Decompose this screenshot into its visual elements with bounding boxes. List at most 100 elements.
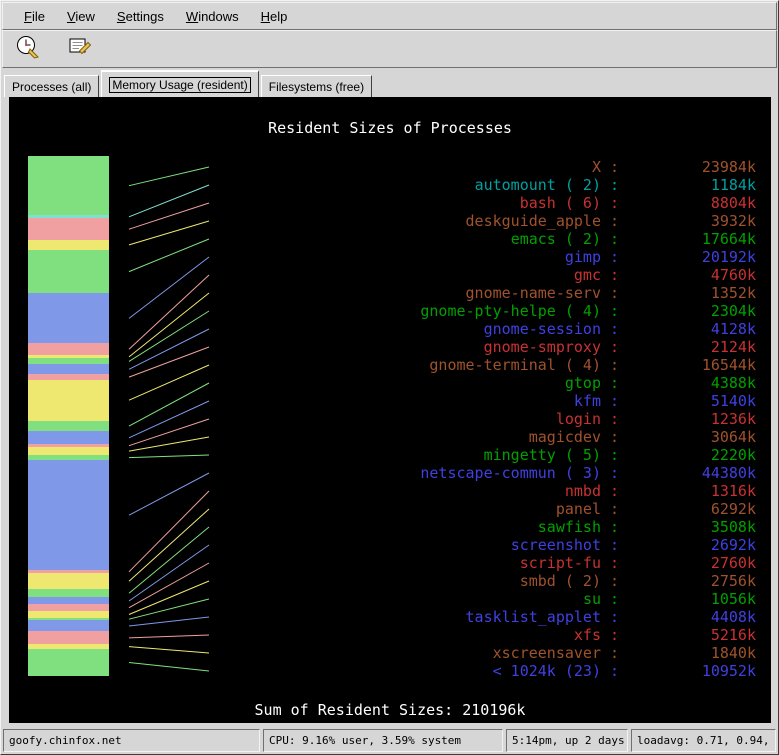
colon-separator: : xyxy=(601,266,628,284)
process-size: 3932k xyxy=(628,212,756,230)
loadavg-panel: loadavg: 0.71, 0.94, 0.9 xyxy=(631,729,776,752)
process-row: xfs:5216k xyxy=(411,626,756,644)
menu-settings[interactable]: Settings xyxy=(108,6,173,27)
connector-line xyxy=(129,347,209,377)
bar-segment xyxy=(28,156,109,215)
colon-separator: : xyxy=(601,374,628,392)
menu-help[interactable]: Help xyxy=(252,6,297,27)
menu-file[interactable]: File xyxy=(15,6,54,27)
clock-icon xyxy=(15,34,41,65)
process-name: script-fu xyxy=(411,554,601,572)
edit-icon xyxy=(67,34,93,65)
process-name: gnome-session xyxy=(411,320,601,338)
connector-line xyxy=(129,293,209,357)
colon-separator: : xyxy=(601,662,628,680)
connector-line xyxy=(129,663,209,672)
process-size: 4128k xyxy=(628,320,756,338)
bar-segment xyxy=(28,380,109,421)
process-name: gnome-smproxy xyxy=(411,338,601,356)
clock-toolbar-button[interactable] xyxy=(13,34,43,64)
process-name: automount ( 2) xyxy=(411,176,601,194)
process-row: nmbd:1316k xyxy=(411,482,756,500)
tab-label: Filesystems (free) xyxy=(269,80,364,94)
edit-toolbar-button[interactable] xyxy=(65,34,95,64)
process-row: gimp:20192k xyxy=(411,248,756,266)
menu-windows[interactable]: Windows xyxy=(177,6,248,27)
connector-line xyxy=(129,275,209,349)
colon-separator: : xyxy=(601,590,628,608)
colon-separator: : xyxy=(601,518,628,536)
tab-filesystems-free[interactable]: Filesystems (free) xyxy=(261,75,372,97)
process-size: 2124k xyxy=(628,338,756,356)
colon-separator: : xyxy=(601,284,628,302)
colon-separator: : xyxy=(601,500,628,518)
connector-line xyxy=(129,221,209,245)
connector-line xyxy=(129,365,209,400)
colon-separator: : xyxy=(601,536,628,554)
process-name: netscape-commun ( 3) xyxy=(411,464,601,482)
menu-view[interactable]: View xyxy=(58,6,104,27)
gtop-window: FileViewSettingsWindowsHelp xyxy=(0,0,779,755)
colon-separator: : xyxy=(601,464,628,482)
uptime-panel: 5:14pm, up 2 days xyxy=(506,729,628,752)
colon-separator: : xyxy=(601,482,628,500)
process-size: 3064k xyxy=(628,428,756,446)
process-row: sawfish:3508k xyxy=(411,518,756,536)
process-row: automount ( 2):1184k xyxy=(411,176,756,194)
bar-segment xyxy=(28,218,109,240)
process-name: screenshot xyxy=(411,536,601,554)
process-row: gnome-terminal ( 4):16544k xyxy=(411,356,756,374)
process-size: 8804k xyxy=(628,194,756,212)
process-size: 23984k xyxy=(628,158,756,176)
process-size: 5140k xyxy=(628,392,756,410)
process-name: < 1024k (23) xyxy=(411,662,601,680)
tab-memory-usage-resident[interactable]: Memory Usage (resident) xyxy=(101,70,258,97)
colon-separator: : xyxy=(601,446,628,464)
process-name: tasklist_applet xyxy=(411,608,601,626)
colon-separator: : xyxy=(601,176,628,194)
process-size: 2756k xyxy=(628,572,756,590)
process-row: netscape-commun ( 3):44380k xyxy=(411,464,756,482)
process-size: 4408k xyxy=(628,608,756,626)
process-size: 2692k xyxy=(628,536,756,554)
process-row: gnome-pty-helpe ( 4):2304k xyxy=(411,302,756,320)
connector-line xyxy=(129,635,209,638)
process-name: gmc xyxy=(411,266,601,284)
process-row: X:23984k xyxy=(411,158,756,176)
process-size: 6292k xyxy=(628,500,756,518)
process-size: 1056k xyxy=(628,590,756,608)
colon-separator: : xyxy=(601,194,628,212)
process-size: 5216k xyxy=(628,626,756,644)
colon-separator: : xyxy=(601,230,628,248)
process-size: 2220k xyxy=(628,446,756,464)
colon-separator: : xyxy=(601,644,628,662)
process-row: emacs ( 2):17664k xyxy=(411,230,756,248)
colon-separator: : xyxy=(601,572,628,590)
connector-line xyxy=(129,473,209,515)
connector-line xyxy=(129,545,209,601)
process-row: gnome-session:4128k xyxy=(411,320,756,338)
process-row: gnome-name-serv:1352k xyxy=(411,284,756,302)
process-row: gtop:4388k xyxy=(411,374,756,392)
process-row: gmc:4760k xyxy=(411,266,756,284)
bar-segment xyxy=(28,364,109,374)
menu-bar: FileViewSettingsWindowsHelp xyxy=(2,2,777,30)
process-row: bash ( 6):8804k xyxy=(411,194,756,212)
process-size: 1184k xyxy=(628,176,756,194)
process-size: 4760k xyxy=(628,266,756,284)
process-name: gnome-pty-helpe ( 4) xyxy=(411,302,601,320)
process-name: gtop xyxy=(411,374,601,392)
process-row: < 1024k (23):10952k xyxy=(411,662,756,680)
bar-segment xyxy=(28,589,109,598)
process-size: 10952k xyxy=(628,662,756,680)
colon-separator: : xyxy=(601,356,628,374)
tab-processes-all[interactable]: Processes (all) xyxy=(4,75,99,97)
process-row: deskguide_apple:3932k xyxy=(411,212,756,230)
colon-separator: : xyxy=(601,428,628,446)
process-row: tasklist_applet:4408k xyxy=(411,608,756,626)
process-name: gimp xyxy=(411,248,601,266)
process-size: 1840k xyxy=(628,644,756,662)
bar-segment xyxy=(28,460,109,570)
process-name: login xyxy=(411,410,601,428)
connector-line xyxy=(129,647,209,653)
